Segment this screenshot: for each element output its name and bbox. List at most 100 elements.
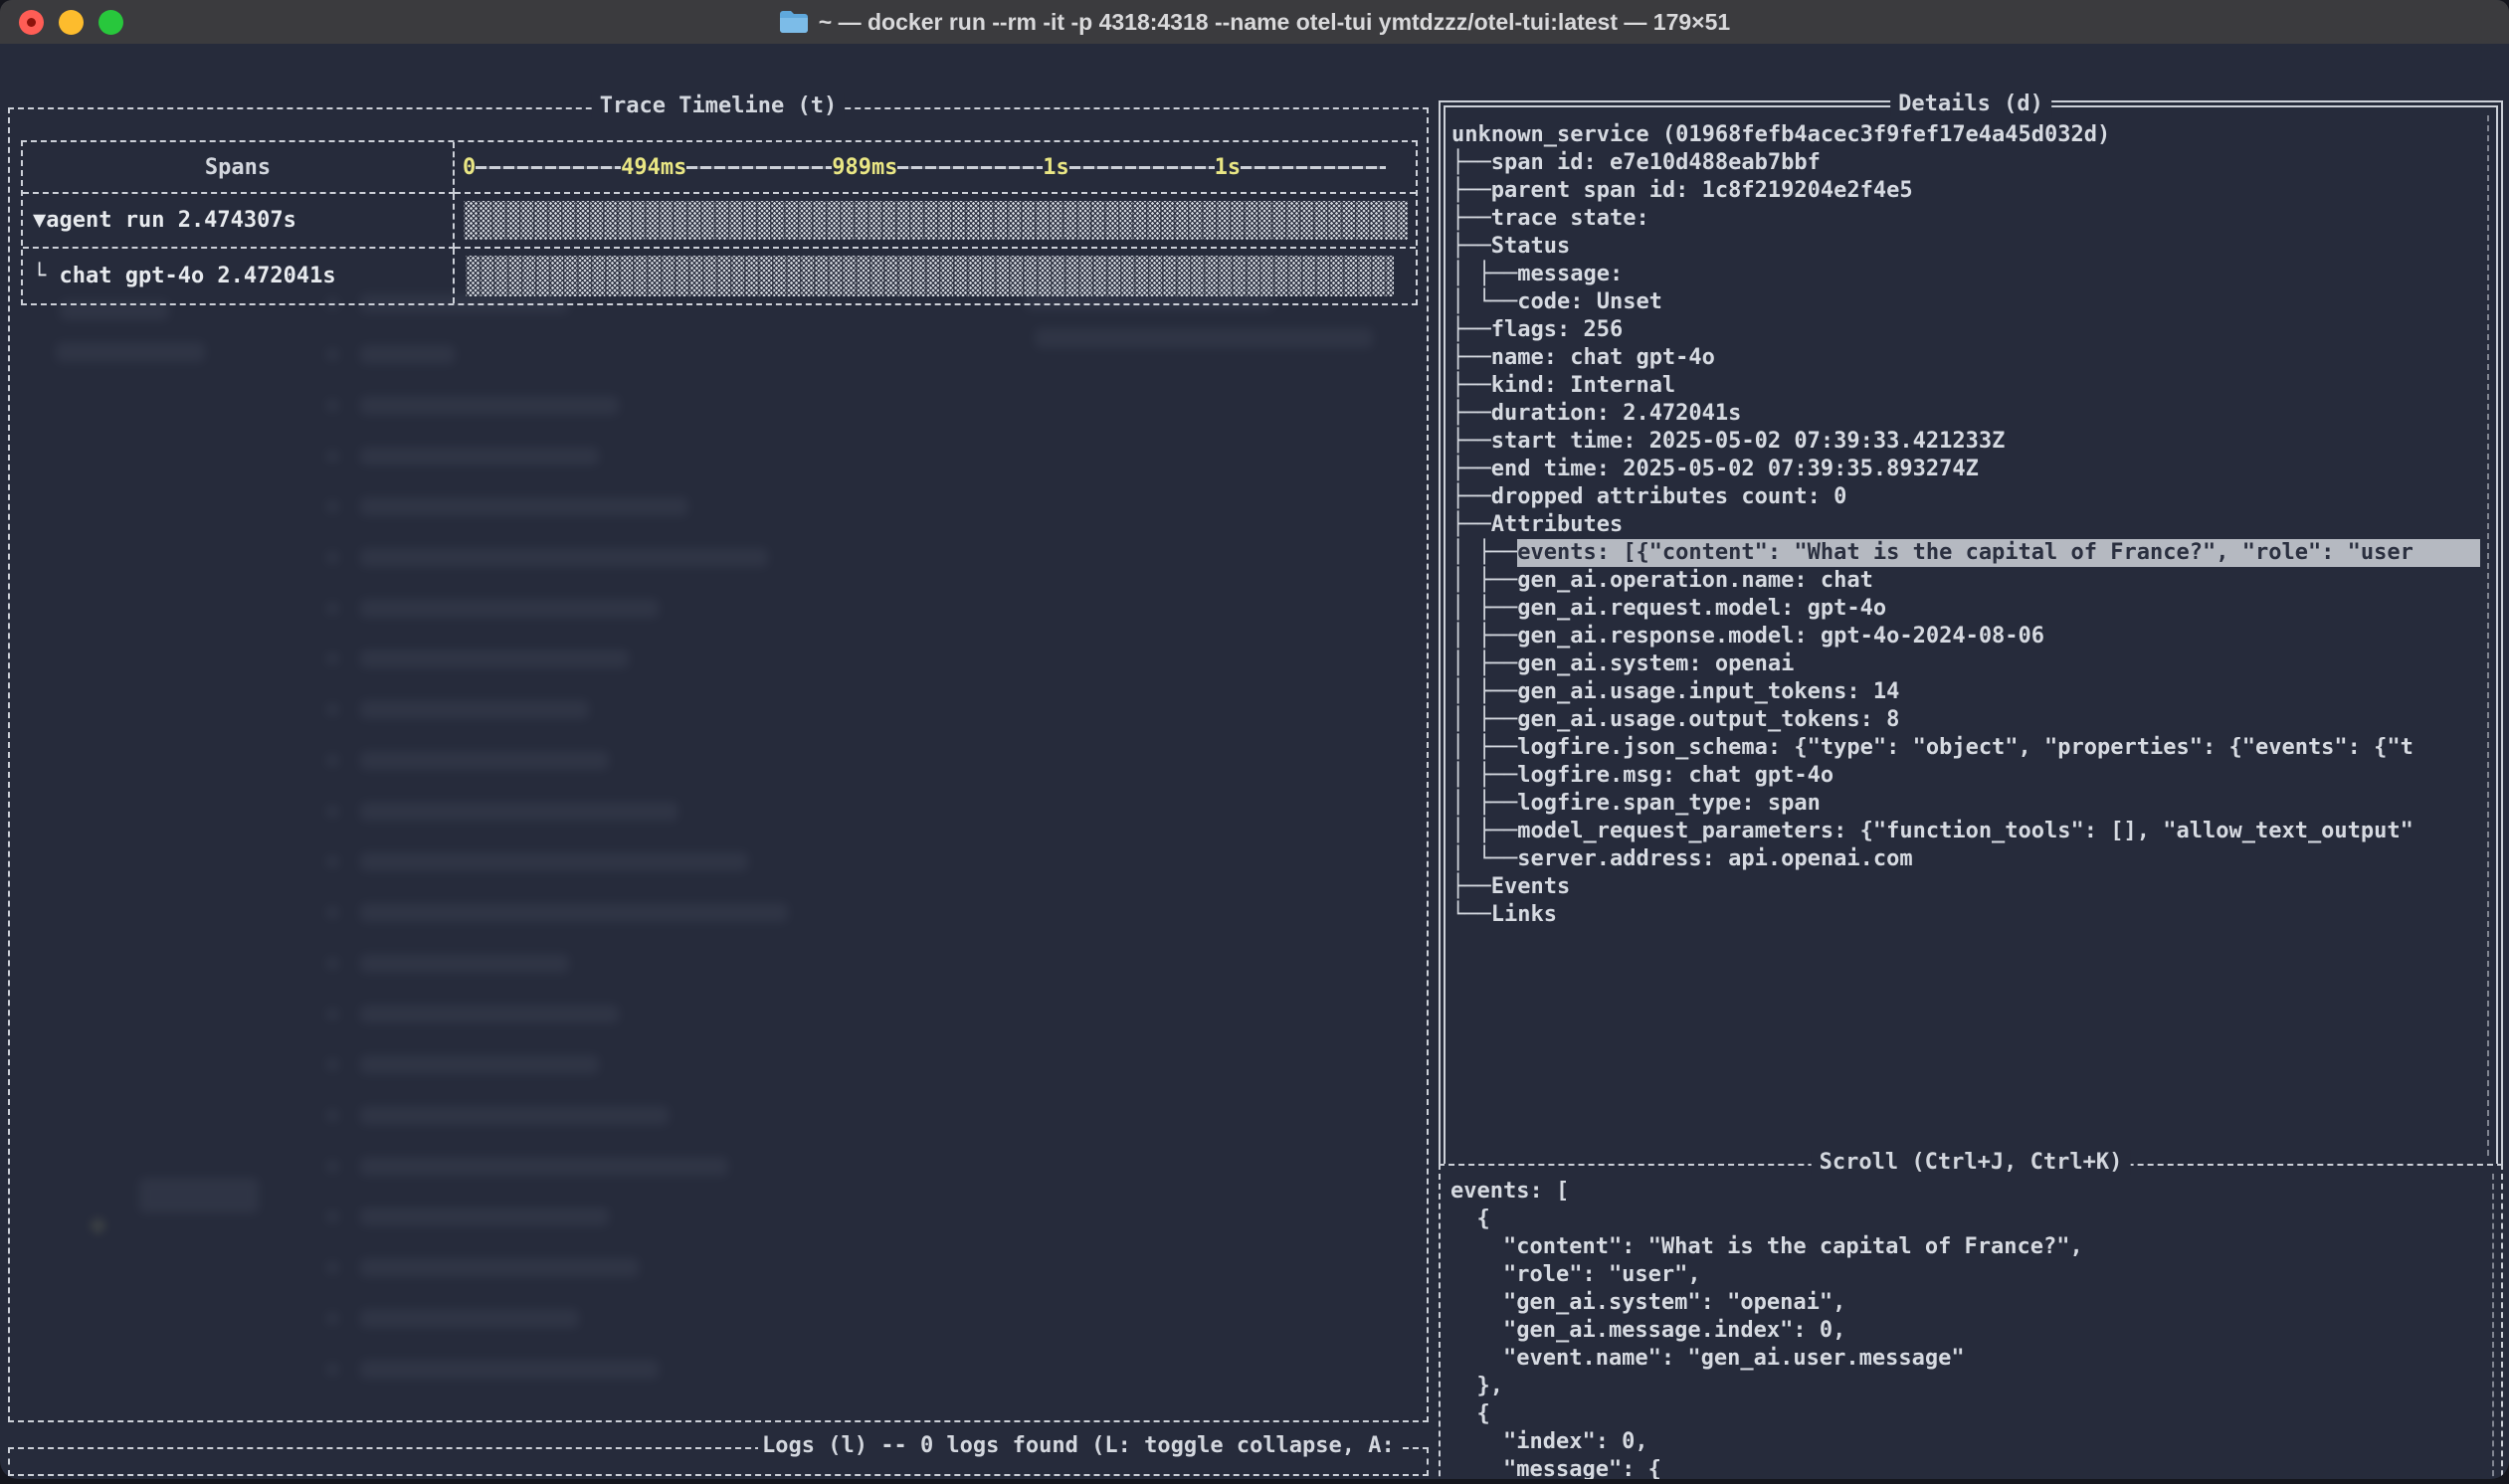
details-tree-node[interactable]: │ ├──events: [{"content": "What is the c… <box>1451 539 2480 567</box>
tree-node-label: code: Unset <box>1517 288 1662 316</box>
tree-node-label: unknown_service (01968fefb4acec3f9fef17e… <box>1451 121 2110 149</box>
scroll-panel[interactable]: Scroll (Ctrl+J, Ctrl+K) events: [ { "con… <box>1439 1164 2503 1479</box>
scroll-scrollbar[interactable] <box>2492 1174 2494 1479</box>
tree-branch-glyph: │ └── <box>1451 288 1517 316</box>
tree-node-label: gen_ai.system: openai <box>1517 650 1794 678</box>
details-tree-node[interactable]: │ ├──gen_ai.usage.input_tokens: 14 <box>1451 678 2480 706</box>
tree-node-label: name: chat gpt-4o <box>1491 344 1715 372</box>
tree-branch-glyph: │ ├── <box>1451 734 1517 762</box>
span-duration-bar[interactable] <box>464 201 1409 240</box>
tree-branch-glyph: └── <box>1451 901 1491 929</box>
scroll-json-line: "gen_ai.message.index": 0, <box>1450 1317 2483 1345</box>
trace-timeline-panel[interactable]: Trace Timeline (t) Spans 0494ms989ms1s1s… <box>8 107 1429 1422</box>
details-tree-node[interactable]: └──Links <box>1451 901 2480 929</box>
tree-node-label: parent span id: 1c8f219204e2f4e5 <box>1491 177 1913 205</box>
traffic-lights <box>19 10 123 35</box>
ruler-tick: 494ms <box>621 155 686 180</box>
tree-branch-glyph: │ ├── <box>1451 567 1517 595</box>
terminal-content: Trace Timeline (t) Spans 0494ms989ms1s1s… <box>0 44 2509 1479</box>
span-row-label-cell[interactable]: └ chat gpt-4o 2.472041s <box>23 249 455 303</box>
details-tree-node[interactable]: ├──parent span id: 1c8f219204e2f4e5 <box>1451 177 2480 205</box>
scroll-json-line: events: [ <box>1450 1178 2483 1206</box>
ruler-line <box>897 166 1043 169</box>
scroll-json-line: "message": { <box>1450 1456 2483 1479</box>
details-tree-node[interactable]: ├──Events <box>1451 873 2480 901</box>
details-tree-node[interactable]: │ └──code: Unset <box>1451 288 2480 316</box>
details-tree-node[interactable]: ├──duration: 2.472041s <box>1451 400 2480 428</box>
scroll-json-content: events: [ { "content": "What is the capi… <box>1450 1178 2483 1479</box>
tree-branch-glyph: │ ├── <box>1451 790 1517 818</box>
tree-node-label: gen_ai.operation.name: chat <box>1517 567 1873 595</box>
details-tree-node[interactable]: unknown_service (01968fefb4acec3f9fef17e… <box>1451 121 2480 149</box>
tree-node-label: gen_ai.request.model: gpt-4o <box>1517 595 1886 623</box>
timeline-ruler-cell: 0494ms989ms1s1s <box>455 142 1416 194</box>
details-tree-node[interactable]: │ └──server.address: api.openai.com <box>1451 845 2480 873</box>
span-row-timeline-cell[interactable] <box>455 194 1416 249</box>
tree-branch-glyph: ├── <box>1451 316 1491 344</box>
window-title: ~ — docker run --rm -it -p 4318:4318 --n… <box>779 9 1730 36</box>
details-tree-node[interactable]: ├──Status <box>1451 233 2480 261</box>
scroll-json-line: "index": 0, <box>1450 1428 2483 1456</box>
tree-branch-glyph: │ ├── <box>1451 623 1517 650</box>
details-scrollbar[interactable] <box>2487 115 2489 1156</box>
details-tree-node[interactable]: │ ├──gen_ai.usage.output_tokens: 8 <box>1451 706 2480 734</box>
close-button[interactable] <box>19 10 44 35</box>
tree-branch-glyph: │ ├── <box>1451 650 1517 678</box>
details-tree-node[interactable]: │ ├──model_request_parameters: {"functio… <box>1451 818 2480 845</box>
details-tree-node[interactable]: ├──name: chat gpt-4o <box>1451 344 2480 372</box>
span-label: └ chat gpt-4o 2.472041s <box>23 264 336 288</box>
tree-branch-glyph: ├── <box>1451 177 1491 205</box>
scroll-json-line: { <box>1450 1400 2483 1428</box>
details-tree: unknown_service (01968fefb4acec3f9fef17e… <box>1451 121 2480 1158</box>
tree-branch-glyph: │ ├── <box>1451 678 1517 706</box>
details-tree-node[interactable]: │ ├──logfire.msg: chat gpt-4o <box>1451 762 2480 790</box>
details-tree-node[interactable]: ├──end time: 2025-05-02 07:39:35.893274Z <box>1451 456 2480 483</box>
ruler-line <box>1241 166 1386 169</box>
tree-branch-glyph: ├── <box>1451 428 1491 456</box>
details-tree-node[interactable]: ├──span id: e7e10d488eab7bbf <box>1451 149 2480 177</box>
tree-node-label: logfire.json_schema: {"type": "object", … <box>1517 734 2413 762</box>
details-tree-node[interactable]: │ ├──message: <box>1451 261 2480 288</box>
details-tree-node[interactable]: ├──kind: Internal <box>1451 372 2480 400</box>
details-tree-node[interactable]: │ ├──logfire.span_type: span <box>1451 790 2480 818</box>
scroll-json-line: "gen_ai.system": "openai", <box>1450 1289 2483 1317</box>
scroll-panel-title: Scroll (Ctrl+J, Ctrl+K) <box>1812 1150 2131 1175</box>
details-tree-node[interactable]: │ ├──logfire.json_schema: {"type": "obje… <box>1451 734 2480 762</box>
scroll-json-line: { <box>1450 1206 2483 1233</box>
tree-branch-glyph: │ ├── <box>1451 818 1517 845</box>
tree-node-label: gen_ai.usage.input_tokens: 14 <box>1517 678 1899 706</box>
tree-branch-glyph: ├── <box>1451 400 1491 428</box>
tree-branch-glyph: ├── <box>1451 483 1491 511</box>
logs-panel[interactable]: Logs (l) -- 0 logs found (L: toggle coll… <box>8 1447 1429 1476</box>
tree-node-label: start time: 2025-05-02 07:39:33.421233Z <box>1491 428 2006 456</box>
details-tree-node[interactable]: ├──start time: 2025-05-02 07:39:33.42123… <box>1451 428 2480 456</box>
terminal-window: ~ — docker run --rm -it -p 4318:4318 --n… <box>0 0 2509 1479</box>
tree-branch-glyph: │ ├── <box>1451 261 1517 288</box>
ruler-line <box>1069 166 1215 169</box>
zoom-button[interactable] <box>98 10 123 35</box>
details-tree-node[interactable]: ├──Attributes <box>1451 511 2480 539</box>
ruler-tick: 989ms <box>832 155 897 180</box>
ruler-tick: 1s <box>1215 155 1242 180</box>
span-duration-bar[interactable] <box>466 256 1394 296</box>
tree-branch-glyph: ├── <box>1451 149 1491 177</box>
details-tree-node[interactable]: ├──trace state: <box>1451 205 2480 233</box>
details-tree-node[interactable]: ├──dropped attributes count: 0 <box>1451 483 2480 511</box>
tree-branch-glyph: ├── <box>1451 456 1491 483</box>
details-tree-node[interactable]: │ ├──gen_ai.system: openai <box>1451 650 2480 678</box>
span-row-label-cell[interactable]: ▼agent run 2.474307s <box>23 194 455 249</box>
tree-node-label: gen_ai.usage.output_tokens: 8 <box>1517 706 1899 734</box>
logs-panel-title: Logs (l) -- 0 logs found (L: toggle coll… <box>758 1433 1399 1458</box>
window-titlebar: ~ — docker run --rm -it -p 4318:4318 --n… <box>0 0 2509 44</box>
details-panel[interactable]: Details (d) unknown_service (01968fefb4a… <box>1439 100 2503 1164</box>
details-tree-node[interactable]: ├──flags: 256 <box>1451 316 2480 344</box>
details-tree-node[interactable]: │ ├──gen_ai.operation.name: chat <box>1451 567 2480 595</box>
ruler-tick: 1s <box>1043 155 1069 180</box>
tree-node-label: logfire.msg: chat gpt-4o <box>1517 762 1834 790</box>
span-row-timeline-cell[interactable] <box>455 249 1416 303</box>
spans-header-label: Spans <box>205 155 271 180</box>
minimize-button[interactable] <box>59 10 84 35</box>
details-tree-node[interactable]: │ ├──gen_ai.response.model: gpt-4o-2024-… <box>1451 623 2480 650</box>
details-tree-node[interactable]: │ ├──gen_ai.request.model: gpt-4o <box>1451 595 2480 623</box>
tree-node-label: flags: 256 <box>1491 316 1623 344</box>
